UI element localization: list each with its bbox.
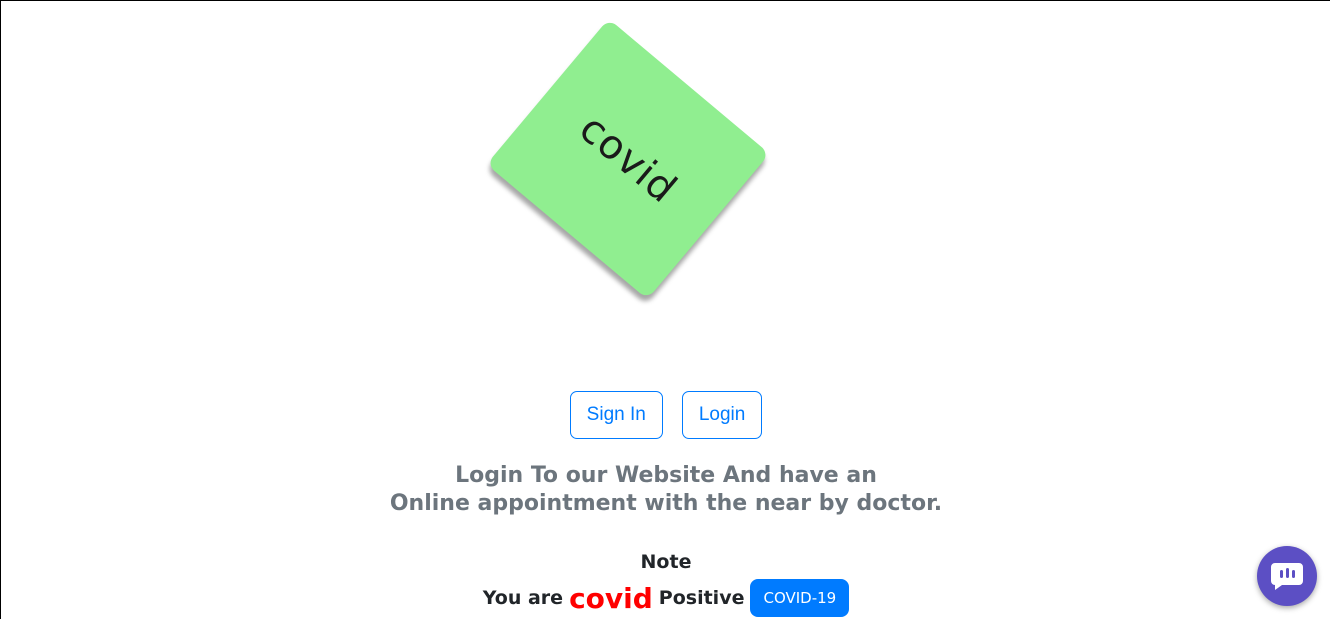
tagline-line-2: Online appointment with the near by doct… — [389, 491, 943, 516]
note-prefix: You are — [482, 587, 564, 609]
tagline-line-1: Login To our Website And have an — [455, 463, 877, 488]
auth-button-row: Sign In Login — [0, 391, 1332, 439]
note-suffix: Positive — [658, 587, 745, 609]
covid-highlight: covid — [569, 581, 653, 615]
chat-bubble-icon — [1271, 563, 1303, 590]
chat-widget-button[interactable] — [1257, 546, 1317, 606]
sign-in-button[interactable]: Sign In — [569, 391, 663, 439]
login-button[interactable]: Login — [681, 391, 763, 439]
logo-text: covid — [570, 105, 686, 213]
tagline: Login To our Website And have an Online … — [0, 462, 1332, 518]
covid-badge: COVID-19 — [750, 579, 850, 617]
note-title: Note — [640, 551, 692, 573]
note-status-line: You are covid Positive COVID-19 — [0, 579, 1332, 617]
